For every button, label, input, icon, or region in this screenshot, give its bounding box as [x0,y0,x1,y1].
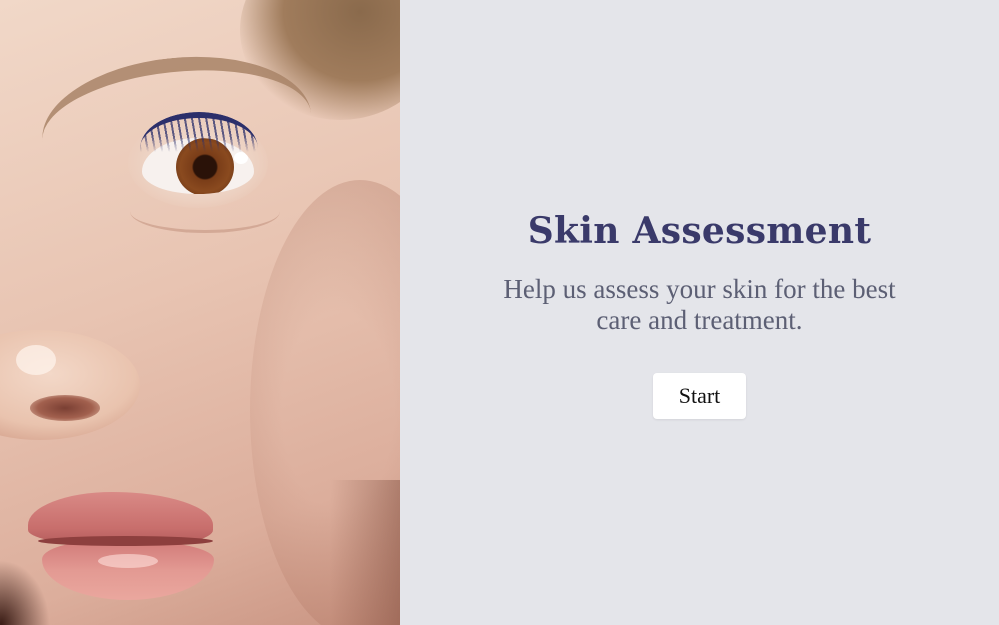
lip-line [38,536,213,546]
start-button[interactable]: Start [653,373,746,419]
lip-shine [98,554,158,568]
assessment-page: Skin Assessment Help us assess your skin… [0,0,999,625]
chin-shadow [0,560,50,625]
nose-highlight [16,345,56,375]
page-title: Skin Assessment [527,210,872,252]
nose [0,330,140,440]
lower-lip [42,542,214,600]
nostril [30,395,100,421]
lips [28,492,218,602]
jaw-shadow [330,480,400,625]
face-closeup-photo [0,0,400,625]
assessment-panel: Skin Assessment Help us assess your skin… [400,0,999,625]
under-eye-crease [130,190,280,233]
page-description: Help us assess your skin for the best ca… [503,274,896,335]
eye-glint [234,152,248,164]
